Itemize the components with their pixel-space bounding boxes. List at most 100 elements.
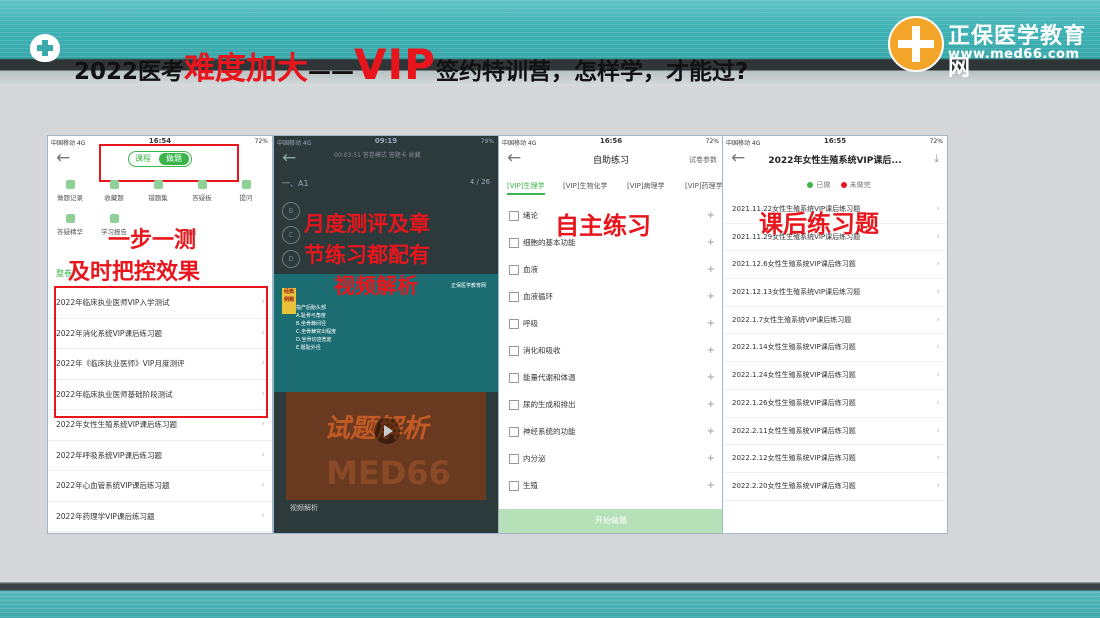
list-item[interactable]: 内分泌 + — [499, 445, 723, 472]
checkbox — [509, 400, 519, 410]
list-item[interactable]: 2022年药理学VIP课后练习题 › — [48, 502, 272, 532]
status-bar: 中国移动 4G 09:19 79% — [274, 136, 498, 148]
overlay-caption-1: 一步一测 — [108, 228, 197, 253]
list-item[interactable]: 能量代谢和体温 + — [499, 364, 723, 391]
back-arrow-icon[interactable]: ← — [282, 150, 296, 167]
start-practice-button[interactable]: 开始做题 — [499, 509, 723, 533]
expand-plus-icon: + — [706, 264, 715, 275]
thumbnail-watermark: MED66 — [326, 454, 451, 492]
battery: 72% — [254, 138, 268, 145]
homework-list: 2021.11.22女性生殖系统VIP课后练习题 › 2021.11.29女性生殖… — [723, 196, 947, 501]
chevron-right-icon: › — [936, 425, 940, 436]
list-item[interactable]: 消化和吸收 + — [499, 337, 723, 364]
expand-plus-icon: + — [706, 480, 715, 491]
paper-settings-link[interactable]: 试卷参数 — [689, 155, 717, 165]
navbar: ← 2022年女性生殖系统VIP课后... ⤓ — [723, 148, 947, 172]
phone-screenshot-self-practice: 中国移动 4G 16:56 72% ← 自助练习 试卷参数 [VIP]生理学 [… — [498, 135, 724, 534]
footer-stripes — [0, 592, 1100, 618]
tool-favorite[interactable]: 收藏题 — [92, 180, 136, 202]
phone-screenshot-practice-home: 中国移动 4G 16:54 72% ← 课程 做题 做题记录 收藏题 错题集 答… — [47, 135, 273, 534]
tab-physiology[interactable]: [VIP]生理学 — [507, 181, 545, 195]
expand-plus-icon: + — [706, 318, 715, 329]
checkbox — [509, 373, 519, 383]
video-question-text: 指产后胎头部 A.耻骨弓角度 B.坐骨棘间径 C.坐骨棘突出程度 D.坐骨切迹宽… — [296, 305, 337, 351]
tool-ask[interactable]: 提问 — [224, 180, 268, 202]
list-item[interactable]: 血液循环 + — [499, 283, 723, 310]
status-bar: 中国移动 4G 16:55 72% — [723, 136, 947, 148]
chevron-right-icon: › — [936, 453, 940, 464]
battery: 79% — [480, 138, 494, 145]
tool-essence[interactable]: 答疑精华 — [48, 214, 92, 236]
option-b[interactable]: B — [282, 202, 300, 220]
checkbox — [509, 211, 519, 221]
undone-dot-icon — [840, 182, 847, 188]
tool-wrong[interactable]: 错题集 — [136, 180, 180, 202]
expand-plus-icon: + — [706, 237, 715, 248]
highlight-box-list — [54, 286, 268, 418]
tab-pharmacology[interactable]: [VIP]药理学 — [685, 181, 723, 191]
list-item[interactable]: 2022.2.12女性生殖系统VIP课后练习题 › — [723, 445, 947, 473]
checkbox — [509, 292, 519, 302]
exam-toolbar[interactable]: 00:03:51 答卷模式 答题卡 收藏 — [334, 150, 421, 159]
tab-biochem[interactable]: [VIP]生物化学 — [563, 181, 608, 191]
battery: 72% — [705, 138, 719, 145]
phone-screenshot-homework: 中国移动 4G 16:55 72% ← 2022年女性生殖系统VIP课后... … — [722, 135, 948, 534]
overlay-caption-1: 月度测评及章 — [304, 212, 430, 236]
video-logo: 正保医学教育网 — [450, 283, 486, 289]
list-item[interactable]: 2021.12.6女性生殖系统VIP课后练习题 › — [723, 251, 947, 280]
battery: 72% — [929, 138, 943, 145]
checkbox — [509, 238, 519, 248]
chevron-right-icon: › — [261, 480, 265, 490]
list-item[interactable]: 血液 + — [499, 256, 723, 283]
star-icon — [109, 180, 119, 189]
checkbox — [509, 481, 519, 491]
record-icon — [65, 180, 75, 189]
clock: 16:55 — [823, 137, 847, 145]
list-item[interactable]: 2022.2.11女性生殖系统VIP课后练习题 › — [723, 418, 947, 446]
list-item[interactable]: 2022年心血管系统VIP课后练习题 › — [48, 471, 272, 502]
screen-title: 2022年女性生殖系统VIP课后... — [768, 156, 902, 166]
download-icon[interactable]: ⤓ — [934, 152, 939, 166]
expand-plus-icon: + — [706, 345, 715, 356]
tool-board[interactable]: 答疑板 — [180, 180, 224, 202]
list-item[interactable]: 呼吸 + — [499, 310, 723, 337]
board-icon — [197, 180, 207, 189]
option-c[interactable]: C — [282, 226, 300, 244]
chevron-right-icon: › — [936, 204, 940, 214]
list-item[interactable]: 尿的生成和排出 + — [499, 391, 723, 418]
tool-record[interactable]: 做题记录 — [48, 180, 92, 202]
chevron-right-icon: › — [936, 231, 940, 242]
list-item[interactable]: 2022.2.20女性生殖系统VIP课后练习题 › — [723, 473, 947, 501]
example-badge: 经典例题 — [282, 288, 296, 314]
expand-plus-icon: + — [706, 399, 715, 410]
analysis-video-thumbnail[interactable]: 试题解析 MED66 — [286, 392, 486, 500]
play-icon[interactable] — [374, 418, 400, 444]
tab-pathology[interactable]: [VIP]病理学 — [627, 181, 665, 191]
chevron-right-icon: › — [936, 342, 940, 353]
title-part-4: VIP — [354, 40, 436, 89]
chevron-right-icon: › — [936, 259, 940, 270]
checkbox — [509, 346, 519, 356]
list-item[interactable]: 2022.1.24女性生殖系统VIP课后练习题 › — [723, 362, 947, 390]
title-part-1: 2022医考 — [74, 59, 185, 85]
list-item[interactable]: 2021.12.13女性生殖系统VIP课后练习题 › — [723, 279, 947, 307]
chevron-right-icon: › — [936, 480, 940, 491]
list-item[interactable]: 2022.1.26女性生殖系统VIP课后练习题 › — [723, 390, 947, 418]
back-arrow-icon[interactable]: ← — [56, 150, 70, 167]
clock: 09:19 — [374, 137, 398, 145]
list-item[interactable]: 2022.1.14女性生殖系统VIP课后练习题 › — [723, 334, 947, 363]
overlay-caption: 课后练习题 — [759, 210, 879, 238]
list-item[interactable]: 2022.1.7女性生殖系统VIP课后练习题 › — [723, 307, 947, 335]
overlay-caption-3: 视频解析 — [334, 274, 418, 298]
checkbox — [509, 265, 519, 275]
expand-plus-icon: + — [706, 453, 715, 464]
list-item[interactable]: 2022年呼吸系统VIP课后练习题 › — [48, 441, 272, 471]
status-bar: 中国移动 4G 16:56 72% — [499, 136, 723, 148]
list-item[interactable]: 生殖 + — [499, 472, 723, 499]
brand-logo-icon — [888, 16, 944, 72]
title-part-5: 签约特训营，怎样学，才能过? — [435, 59, 749, 85]
checkbox — [509, 454, 519, 464]
list-item[interactable]: 神经系统的功能 + — [499, 418, 723, 445]
option-d[interactable]: D — [282, 250, 300, 268]
checkbox — [509, 319, 519, 329]
